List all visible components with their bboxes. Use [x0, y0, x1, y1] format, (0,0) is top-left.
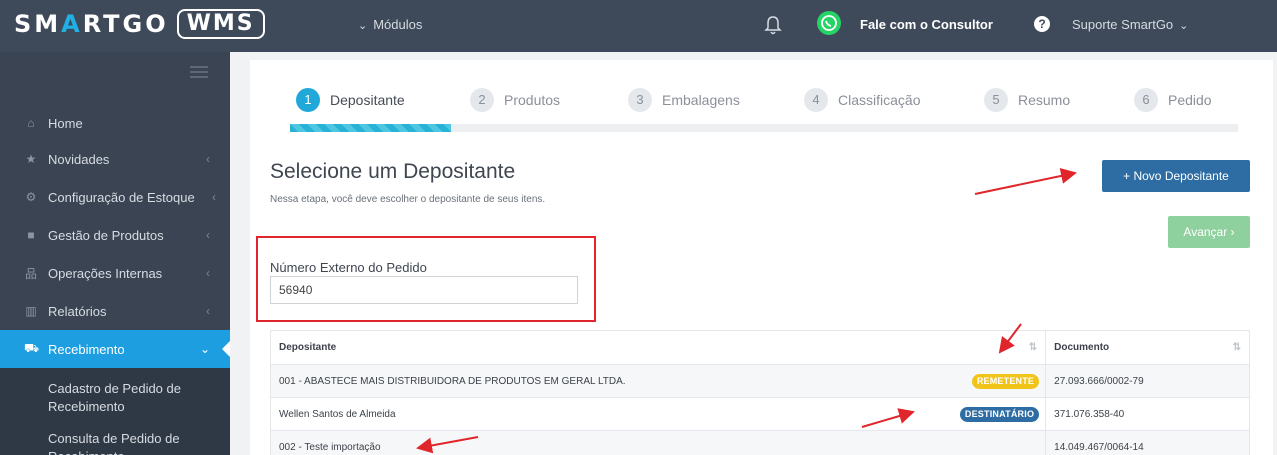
sidebar-item-novidades[interactable]: ★ Novidades ‹ [0, 140, 230, 178]
wizard-panel: 1 Depositante 2 Produtos 3 Embalagens 4 … [250, 60, 1273, 455]
step-depositante[interactable]: 1 Depositante [296, 82, 405, 118]
truck-icon: ⛟ [24, 341, 40, 355]
step-label: Depositante [330, 92, 405, 108]
column-header-label: Documento [1054, 342, 1110, 353]
wizard-steps: 1 Depositante 2 Produtos 3 Embalagens 4 … [290, 82, 1270, 118]
chevron-down-icon: ⌄ [1179, 20, 1189, 32]
sidebar-item-configuracao-estoque[interactable]: ⚙ Configuração de Estoque ‹ [0, 178, 230, 216]
sidebar-item-operacoes-internas[interactable]: 品 Operações Internas ‹ [0, 254, 230, 292]
step-label: Embalagens [662, 92, 740, 108]
status-badge-destinatario: DESTINATÁRIO [959, 407, 1040, 422]
depositante-cell: 002 - Teste importação [269, 430, 1047, 455]
sort-icon[interactable]: ⇅ [1233, 342, 1241, 353]
step-number: 6 [1134, 88, 1158, 112]
chevron-left-icon: ‹ [212, 190, 216, 204]
depositante-name: Wellen Santos de Almeida [279, 408, 396, 420]
chevron-left-icon: ‹ [206, 228, 210, 242]
step-label: Pedido [1168, 92, 1212, 108]
sidebar-item-relatorios[interactable]: ▥ Relatórios ‹ [0, 292, 230, 330]
modules-label: Módulos [373, 17, 423, 32]
depositante-name: 002 - Teste importação [279, 441, 381, 453]
whatsapp-icon[interactable] [817, 11, 841, 35]
home-icon: ⌂ [27, 116, 35, 130]
bell-icon[interactable] [763, 14, 783, 36]
step-embalagens[interactable]: 3 Embalagens [628, 82, 740, 118]
new-depositante-button[interactable]: + Novo Depositante [1102, 160, 1250, 192]
sidebar-item-label: Gestão de Produtos [48, 227, 164, 243]
sidebar-submenu-recebimento: Cadastro de Pedido de Recebimento Consul… [0, 368, 230, 455]
column-header-depositante[interactable]: Depositante ⇅ [269, 330, 1047, 365]
table-row[interactable]: 001 - ABASTECE MAIS DISTRIBUIDORA DE PRO… [269, 364, 1250, 398]
active-indicator [222, 341, 230, 357]
step-resumo[interactable]: 5 Resumo [984, 82, 1070, 118]
chevron-left-icon: ‹ [206, 152, 210, 166]
sidebar: ⌂ Home ★ Novidades ‹ ⚙ Configuração de E… [0, 52, 230, 455]
chevron-left-icon: ‹ [206, 304, 210, 318]
external-order-label: Número Externo do Pedido [270, 260, 427, 275]
step-produtos[interactable]: 2 Produtos [470, 82, 560, 118]
sidebar-item-label: Recebimento [48, 341, 125, 357]
app-window: SMARTGO WMS ⌄ Módulos Fale com o Consulto… [0, 0, 1277, 455]
step-classificacao[interactable]: 4 Classificação [804, 82, 920, 118]
logo-wms-box: WMS [176, 9, 265, 39]
table-row[interactable]: 002 - Teste importação 14.049.467/0064-1… [269, 430, 1250, 455]
hamburger-menu-icon[interactable] [190, 66, 208, 82]
table-row[interactable]: Wellen Santos de Almeida DESTINATÁRIO 371… [269, 397, 1250, 431]
column-header-documento[interactable]: Documento ⇅ [1045, 330, 1250, 365]
sitemap-icon: 品 [24, 266, 37, 281]
top-bar: SMARTGO WMS ⌄ Módulos Fale com o Consulto… [0, 0, 1277, 52]
sidebar-item-gestao-produtos[interactable]: ■ Gestão de Produtos ‹ [0, 216, 230, 254]
page-title: Selecione um Depositante [270, 160, 516, 183]
sort-icon[interactable]: ⇅ [1029, 342, 1037, 353]
documento-cell: 14.049.467/0064-14 [1045, 430, 1250, 455]
column-header-label: Depositante [279, 342, 337, 353]
status-badge-remetente: REMETENTE [971, 374, 1040, 389]
wizard-progress-fill [290, 124, 452, 132]
sidebar-item-recebimento[interactable]: ⛟ Recebimento ⌄ [0, 330, 230, 368]
documento-cell: 27.093.666/0002-79 [1045, 364, 1250, 398]
step-number: 3 [628, 88, 652, 112]
depositante-cell: 001 - ABASTECE MAIS DISTRIBUIDORA DE PRO… [269, 364, 1047, 398]
sidebar-item-label: Operações Internas [48, 265, 163, 281]
brand-logo[interactable]: SMARTGO WMS [14, 8, 265, 40]
step-number: 5 [984, 88, 1008, 112]
chevron-down-icon: ⌄ [358, 20, 368, 32]
page-subtitle: Nessa etapa, você deve escolher o deposi… [270, 194, 546, 205]
step-label: Classificação [838, 92, 921, 108]
next-button[interactable]: Avançar › [1168, 216, 1250, 248]
step-pedido[interactable]: 6 Pedido [1134, 82, 1212, 118]
sidebar-item-label: Home [48, 115, 83, 131]
main-content: 1 Depositante 2 Produtos 3 Embalagens 4 … [230, 52, 1277, 455]
sidebar-item-label: Relatórios [48, 303, 107, 319]
consultant-link[interactable]: Fale com o Consultor [860, 17, 993, 32]
star-icon: ★ [25, 152, 37, 166]
support-menu[interactable]: Suporte SmartGo ⌄ [1072, 17, 1188, 32]
box-icon: ■ [27, 228, 35, 242]
logo-text: SMARTGO [14, 10, 169, 38]
depositante-cell: Wellen Santos de Almeida DESTINATÁRIO [269, 397, 1047, 431]
bar-chart-icon: ▥ [25, 304, 37, 318]
sidebar-item-label: Novidades [48, 151, 110, 167]
modules-menu[interactable]: ⌄ Módulos [358, 17, 422, 32]
submenu-item-consulta-pedido[interactable]: Consulta de Pedido de Recebimento [48, 430, 208, 455]
sidebar-item-home[interactable]: ⌂ Home [0, 104, 230, 142]
help-icon[interactable]: ? [1034, 16, 1050, 32]
step-number: 4 [804, 88, 828, 112]
depositante-table: Depositante ⇅ Documento ⇅ 001 - ABASTECE M… [269, 330, 1250, 455]
chevron-down-icon: ⌄ [199, 342, 210, 356]
depositante-name: 001 - ABASTECE MAIS DISTRIBUIDORA DE PRO… [279, 375, 626, 387]
external-order-input[interactable] [270, 276, 578, 304]
documento-cell: 371.076.358-40 [1045, 397, 1250, 431]
cogs-icon: ⚙ [25, 190, 37, 204]
sidebar-item-label: Configuração de Estoque [48, 189, 195, 205]
step-number: 1 [296, 88, 320, 112]
step-label: Resumo [1018, 92, 1071, 108]
support-label: Suporte SmartGo [1072, 17, 1174, 32]
chevron-left-icon: ‹ [206, 266, 210, 280]
wizard-progress-bar [290, 124, 1238, 132]
table-header-row: Depositante ⇅ Documento ⇅ [269, 330, 1250, 365]
submenu-item-cadastro-pedido[interactable]: Cadastro de Pedido de Recebimento [48, 380, 208, 416]
step-number: 2 [470, 88, 494, 112]
step-label: Produtos [504, 92, 561, 108]
